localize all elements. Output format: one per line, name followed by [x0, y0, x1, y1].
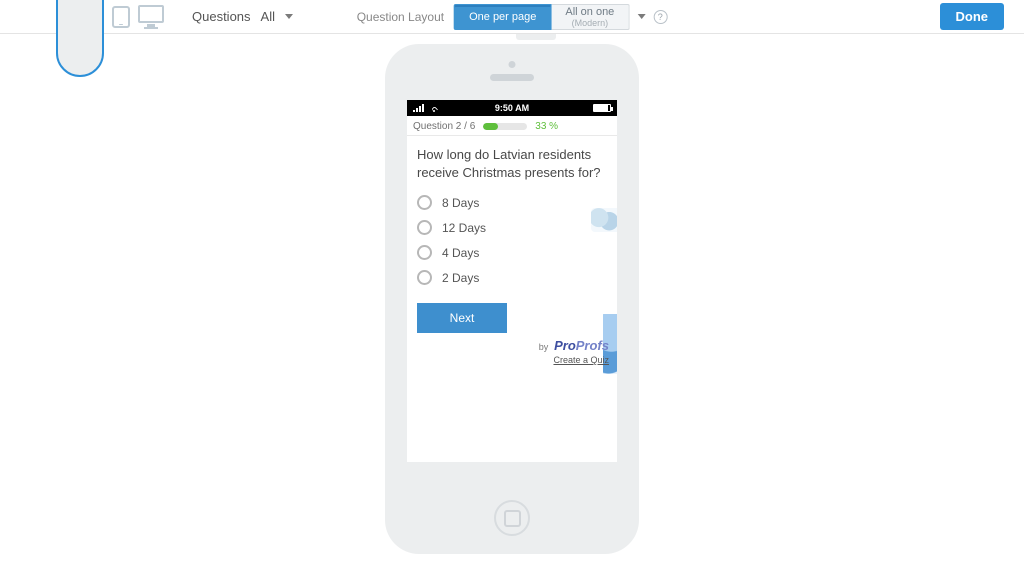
option-label: 12 Days: [442, 221, 486, 235]
tab-one-per-page[interactable]: One per page: [454, 4, 551, 30]
question-body: How long do Latvian residents receive Ch…: [407, 136, 617, 333]
phone-frame: 9:50 AM Question 2 / 6 33 % How long do …: [385, 44, 639, 554]
questions-filter: Questions All: [192, 7, 299, 26]
brand-row: by ProProfs Create a Quiz: [539, 338, 609, 365]
chevron-down-icon: [285, 14, 293, 19]
question-counter: Question 2 / 6: [413, 121, 475, 132]
brand-profs: Profs: [576, 338, 609, 353]
tab-all-on-one-label: All on one: [565, 6, 614, 18]
top-toolbar: Questions All Question Layout One per pa…: [0, 0, 1024, 34]
options-list: 8 Days 12 Days 4 Days 2 Days: [417, 195, 607, 285]
option-2[interactable]: 4 Days: [417, 245, 607, 260]
questions-filter-value: All: [261, 9, 275, 24]
question-text: How long do Latvian residents receive Ch…: [417, 146, 607, 181]
device-desktop-button[interactable]: [138, 5, 164, 29]
option-3[interactable]: 2 Days: [417, 270, 607, 285]
wifi-icon: [429, 104, 439, 112]
radio-icon: [417, 270, 432, 285]
question-header: Question 2 / 6 33 %: [407, 116, 617, 136]
device-selector: [56, 0, 164, 77]
tab-all-on-one[interactable]: All on one (Modern): [551, 4, 629, 30]
brand-pro: Pro: [554, 338, 576, 353]
preview-stage: 9:50 AM Question 2 / 6 33 % How long do …: [0, 34, 1024, 554]
radio-icon: [417, 195, 432, 210]
option-label: 2 Days: [442, 271, 479, 285]
progress-percent: 33 %: [535, 121, 558, 132]
layout-tabs: One per page All on one (Modern): [454, 4, 629, 30]
home-button[interactable]: [494, 500, 530, 536]
decorative-image: [591, 208, 617, 232]
progress-fill: [483, 123, 498, 130]
phone-camera-icon: [509, 61, 516, 68]
battery-icon: [593, 104, 611, 112]
status-bar: 9:50 AM: [407, 100, 617, 116]
layout-group: Question Layout One per page All on one …: [357, 4, 668, 30]
option-label: 8 Days: [442, 196, 479, 210]
questions-label: Questions: [192, 9, 251, 24]
layout-dropdown-icon[interactable]: [637, 14, 645, 19]
tab-all-on-one-sublabel: (Modern): [572, 18, 609, 28]
option-label: 4 Days: [442, 246, 479, 260]
create-quiz-link[interactable]: Create a Quiz: [539, 355, 609, 365]
questions-filter-select[interactable]: All: [257, 7, 299, 26]
tab-one-per-page-label: One per page: [469, 11, 536, 23]
brand-by: by: [539, 342, 549, 352]
done-button[interactable]: Done: [940, 3, 1005, 30]
option-0[interactable]: 8 Days: [417, 195, 607, 210]
device-tablet-button[interactable]: [112, 6, 130, 28]
phone-screen: 9:50 AM Question 2 / 6 33 % How long do …: [407, 100, 617, 462]
next-button[interactable]: Next: [417, 303, 507, 333]
preview-handle[interactable]: [516, 34, 556, 40]
status-time: 9:50 AM: [495, 103, 529, 113]
help-icon[interactable]: ?: [653, 10, 667, 24]
device-phone-button[interactable]: [56, 0, 104, 77]
signal-icon: [413, 104, 425, 112]
layout-label: Question Layout: [357, 10, 444, 24]
option-1[interactable]: 12 Days: [417, 220, 607, 235]
progress-bar: [483, 123, 527, 130]
radio-icon: [417, 220, 432, 235]
radio-icon: [417, 245, 432, 260]
phone-speaker-icon: [490, 74, 534, 81]
